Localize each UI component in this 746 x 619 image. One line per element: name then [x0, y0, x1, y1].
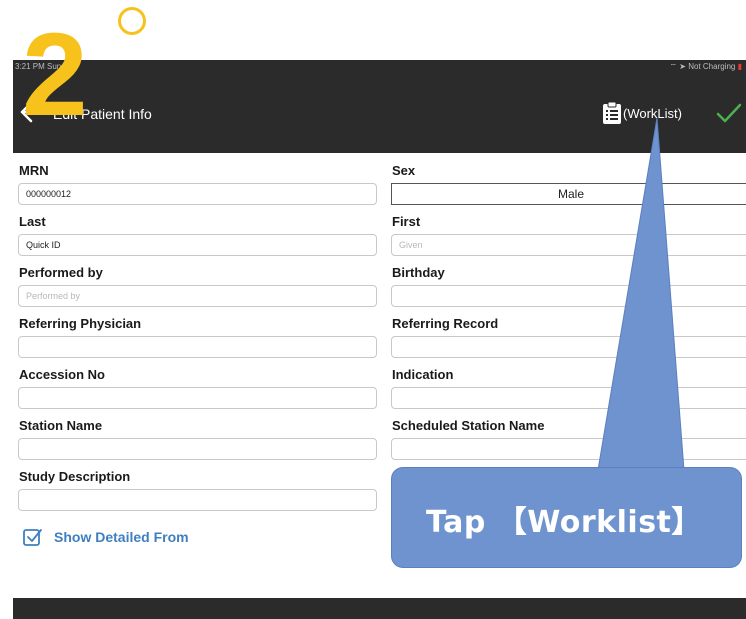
callout-text: Tap 【Worklist】: [426, 505, 702, 540]
